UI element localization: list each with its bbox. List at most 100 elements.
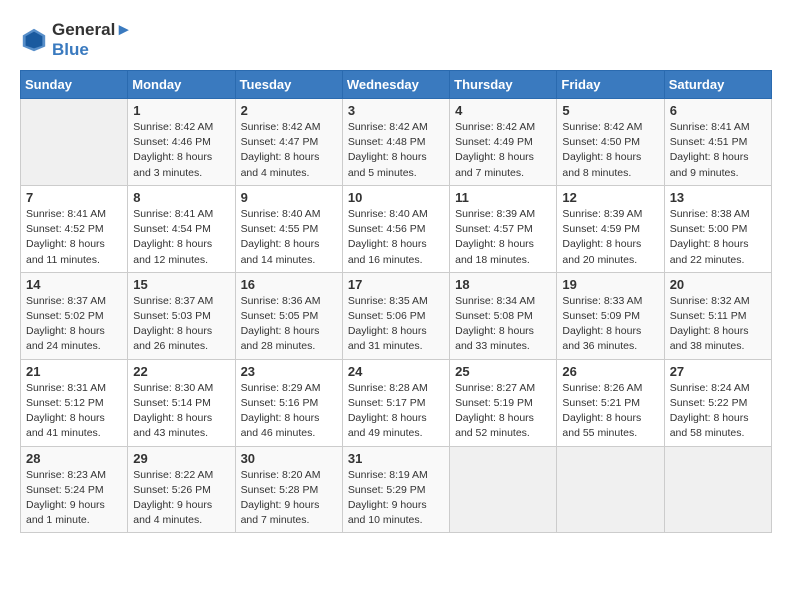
day-info: Sunrise: 8:24 AMSunset: 5:22 PMDaylight:… xyxy=(670,381,766,442)
calendar-cell: 4Sunrise: 8:42 AMSunset: 4:49 PMDaylight… xyxy=(450,99,557,186)
day-number: 7 xyxy=(26,190,122,205)
day-info: Sunrise: 8:32 AMSunset: 5:11 PMDaylight:… xyxy=(670,294,766,355)
calendar-cell: 22 Sunrise: 8:30 AMSunset: 5:14 PMDayligh… xyxy=(128,359,235,446)
calendar-week-row: 1 Sunrise: 8:42 AMSunset: 4:46 PMDaylight… xyxy=(21,99,772,186)
calendar-week-row: 7 Sunrise: 8:41 AMSunset: 4:52 PMDaylight… xyxy=(21,185,772,272)
day-number: 28 xyxy=(26,451,122,466)
day-number: 18 xyxy=(455,277,551,292)
day-number: 15 xyxy=(133,277,229,292)
day-info: Sunrise: 8:41 AMSunset: 4:52 PMDaylight:… xyxy=(26,207,122,268)
weekday-header-row: SundayMondayTuesdayWednesdayThursdayFrid… xyxy=(21,71,772,99)
day-number: 22 xyxy=(133,364,229,379)
day-info: Sunrise: 8:29 AMSunset: 5:16 PMDaylight:… xyxy=(241,381,337,442)
calendar-cell: 13 Sunrise: 8:38 AMSunset: 5:00 PMDayligh… xyxy=(664,185,771,272)
day-info: Sunrise: 8:31 AMSunset: 5:12 PMDaylight:… xyxy=(26,381,122,442)
day-info: Sunrise: 8:34 AMSunset: 5:08 PMDaylight:… xyxy=(455,294,551,355)
day-info: Sunrise: 8:36 AMSunset: 5:05 PMDaylight:… xyxy=(241,294,337,355)
day-number: 12 xyxy=(562,190,658,205)
calendar-cell: 9 Sunrise: 8:40 AMSunset: 4:55 PMDaylight… xyxy=(235,185,342,272)
day-number: 24 xyxy=(348,364,444,379)
day-number: 3 xyxy=(348,103,444,118)
calendar-cell: 11 Sunrise: 8:39 AMSunset: 4:57 PMDayligh… xyxy=(450,185,557,272)
day-number: 29 xyxy=(133,451,229,466)
day-number: 13 xyxy=(670,190,766,205)
day-number: 30 xyxy=(241,451,337,466)
calendar-cell: 10 Sunrise: 8:40 AMSunset: 4:56 PMDayligh… xyxy=(342,185,449,272)
day-info: Sunrise: 8:30 AMSunset: 5:14 PMDaylight:… xyxy=(133,381,229,442)
day-number: 16 xyxy=(241,277,337,292)
calendar-cell: 29 Sunrise: 8:22 AMSunset: 5:26 PMDayligh… xyxy=(128,446,235,533)
day-info: Sunrise: 8:33 AMSunset: 5:09 PMDaylight:… xyxy=(562,294,658,355)
day-info: Sunrise: 8:38 AMSunset: 5:00 PMDaylight:… xyxy=(670,207,766,268)
calendar-cell: 8 Sunrise: 8:41 AMSunset: 4:54 PMDaylight… xyxy=(128,185,235,272)
calendar-cell: 24 Sunrise: 8:28 AMSunset: 5:17 PMDayligh… xyxy=(342,359,449,446)
day-info: Sunrise: 8:20 AMSunset: 5:28 PMDaylight:… xyxy=(241,468,337,529)
day-info: Sunrise: 8:41 AMSunset: 4:54 PMDaylight:… xyxy=(133,207,229,268)
day-info: Sunrise: 8:42 AMSunset: 4:50 PMDaylight:… xyxy=(562,120,658,181)
weekday-header: Friday xyxy=(557,71,664,99)
day-number: 21 xyxy=(26,364,122,379)
day-number: 25 xyxy=(455,364,551,379)
day-number: 8 xyxy=(133,190,229,205)
day-info: Sunrise: 8:42 AMSunset: 4:46 PMDaylight:… xyxy=(133,120,229,181)
calendar-cell: 12 Sunrise: 8:39 AMSunset: 4:59 PMDayligh… xyxy=(557,185,664,272)
day-number: 9 xyxy=(241,190,337,205)
calendar-cell: 18 Sunrise: 8:34 AMSunset: 5:08 PMDayligh… xyxy=(450,272,557,359)
calendar-cell: 3 Sunrise: 8:42 AMSunset: 4:48 PMDaylight… xyxy=(342,99,449,186)
weekday-header: Thursday xyxy=(450,71,557,99)
calendar-cell: 2Sunrise: 8:42 AMSunset: 4:47 PMDaylight… xyxy=(235,99,342,186)
calendar-cell xyxy=(557,446,664,533)
calendar-cell xyxy=(664,446,771,533)
day-number: 5 xyxy=(562,103,658,118)
day-info: Sunrise: 8:42 AMSunset: 4:48 PMDaylight:… xyxy=(348,120,444,181)
day-info: Sunrise: 8:37 AMSunset: 5:03 PMDaylight:… xyxy=(133,294,229,355)
day-info: Sunrise: 8:19 AMSunset: 5:29 PMDaylight:… xyxy=(348,468,444,529)
day-info: Sunrise: 8:40 AMSunset: 4:55 PMDaylight:… xyxy=(241,207,337,268)
calendar-cell: 17 Sunrise: 8:35 AMSunset: 5:06 PMDayligh… xyxy=(342,272,449,359)
day-info: Sunrise: 8:42 AMSunset: 4:47 PMDaylight:… xyxy=(241,120,337,181)
day-number: 31 xyxy=(348,451,444,466)
day-info: Sunrise: 8:22 AMSunset: 5:26 PMDaylight:… xyxy=(133,468,229,529)
calendar-cell: 16 Sunrise: 8:36 AMSunset: 5:05 PMDayligh… xyxy=(235,272,342,359)
day-info: Sunrise: 8:39 AMSunset: 4:57 PMDaylight:… xyxy=(455,207,551,268)
day-info: Sunrise: 8:40 AMSunset: 4:56 PMDaylight:… xyxy=(348,207,444,268)
day-number: 14 xyxy=(26,277,122,292)
calendar-cell: 1 Sunrise: 8:42 AMSunset: 4:46 PMDaylight… xyxy=(128,99,235,186)
weekday-header: Tuesday xyxy=(235,71,342,99)
day-info: Sunrise: 8:37 AMSunset: 5:02 PMDaylight:… xyxy=(26,294,122,355)
weekday-header: Saturday xyxy=(664,71,771,99)
day-number: 6 xyxy=(670,103,766,118)
day-number: 11 xyxy=(455,190,551,205)
day-info: Sunrise: 8:27 AMSunset: 5:19 PMDaylight:… xyxy=(455,381,551,442)
day-number: 1 xyxy=(133,103,229,118)
calendar-week-row: 21 Sunrise: 8:31 AMSunset: 5:12 PMDayligh… xyxy=(21,359,772,446)
calendar-cell: 30 Sunrise: 8:20 AMSunset: 5:28 PMDayligh… xyxy=(235,446,342,533)
calendar-cell: 23Sunrise: 8:29 AMSunset: 5:16 PMDayligh… xyxy=(235,359,342,446)
calendar-cell xyxy=(21,99,128,186)
day-number: 17 xyxy=(348,277,444,292)
day-info: Sunrise: 8:39 AMSunset: 4:59 PMDaylight:… xyxy=(562,207,658,268)
calendar-cell: 19Sunrise: 8:33 AMSunset: 5:09 PMDayligh… xyxy=(557,272,664,359)
calendar-cell xyxy=(450,446,557,533)
calendar-cell: 31 Sunrise: 8:19 AMSunset: 5:29 PMDayligh… xyxy=(342,446,449,533)
calendar-week-row: 28Sunrise: 8:23 AMSunset: 5:24 PMDayligh… xyxy=(21,446,772,533)
calendar-cell: 7 Sunrise: 8:41 AMSunset: 4:52 PMDaylight… xyxy=(21,185,128,272)
day-number: 10 xyxy=(348,190,444,205)
day-info: Sunrise: 8:28 AMSunset: 5:17 PMDaylight:… xyxy=(348,381,444,442)
day-info: Sunrise: 8:26 AMSunset: 5:21 PMDaylight:… xyxy=(562,381,658,442)
day-info: Sunrise: 8:35 AMSunset: 5:06 PMDaylight:… xyxy=(348,294,444,355)
calendar-cell: 25 Sunrise: 8:27 AMSunset: 5:19 PMDayligh… xyxy=(450,359,557,446)
day-info: Sunrise: 8:41 AMSunset: 4:51 PMDaylight:… xyxy=(670,120,766,181)
calendar-week-row: 14 Sunrise: 8:37 AMSunset: 5:02 PMDayligh… xyxy=(21,272,772,359)
weekday-header: Monday xyxy=(128,71,235,99)
weekday-header: Wednesday xyxy=(342,71,449,99)
calendar-cell: 28Sunrise: 8:23 AMSunset: 5:24 PMDayligh… xyxy=(21,446,128,533)
calendar-cell: 26 Sunrise: 8:26 AMSunset: 5:21 PMDayligh… xyxy=(557,359,664,446)
day-number: 26 xyxy=(562,364,658,379)
calendar-table: SundayMondayTuesdayWednesdayThursdayFrid… xyxy=(20,70,772,533)
calendar-cell: 20 Sunrise: 8:32 AMSunset: 5:11 PMDayligh… xyxy=(664,272,771,359)
logo: General► Blue xyxy=(20,20,132,60)
page-header: General► Blue xyxy=(20,20,772,60)
calendar-cell: 27Sunrise: 8:24 AMSunset: 5:22 PMDayligh… xyxy=(664,359,771,446)
day-number: 20 xyxy=(670,277,766,292)
